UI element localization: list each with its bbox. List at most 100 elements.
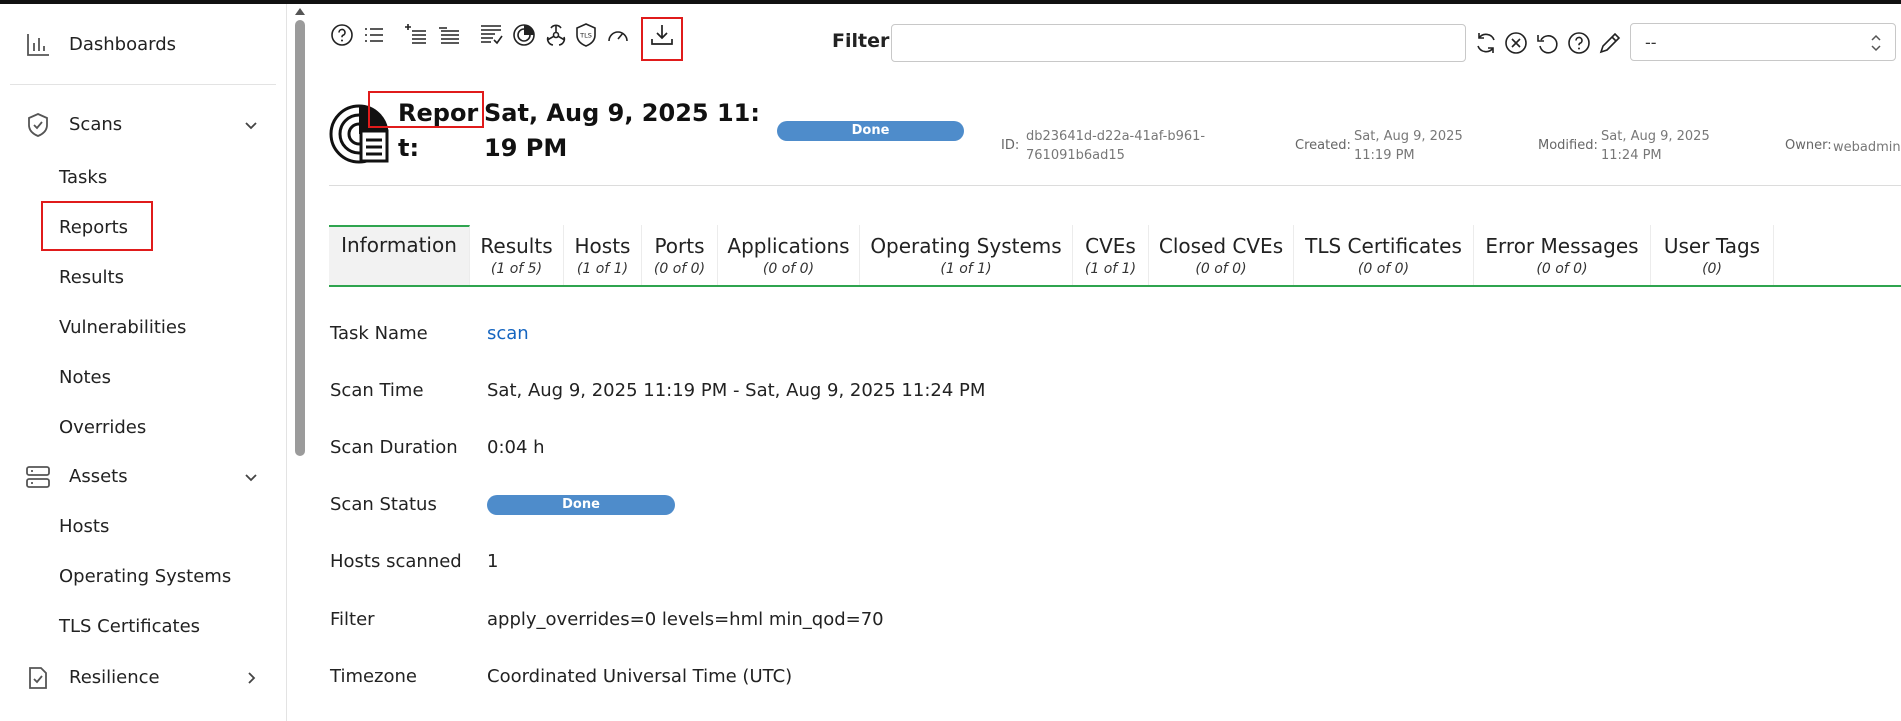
sidebar-item-results[interactable]: Results: [59, 267, 124, 288]
filter-label: Filter: [832, 30, 890, 52]
filter-select-value: --: [1645, 33, 1657, 52]
status-badge: Done: [777, 121, 964, 141]
undo-icon[interactable]: [1535, 30, 1561, 56]
tab-label: Results: [480, 234, 553, 258]
sidebar-item-operating-systems[interactable]: Operating Systems: [59, 566, 231, 587]
sidebar-item-scans[interactable]: Scans: [0, 106, 287, 142]
tab-count: (0 of 0): [762, 261, 815, 277]
tab-count: (1 of 1): [576, 261, 629, 277]
filter-info-label: Filter: [330, 609, 375, 630]
tab-label: Hosts: [574, 234, 631, 258]
download-icon[interactable]: [649, 22, 675, 48]
created-label: Created:: [1295, 138, 1351, 153]
sidebar-item-label: Scans: [69, 114, 123, 135]
scan-status-badge: Done: [487, 495, 675, 515]
tab-closed-cves[interactable]: Closed CVEs (0 of 0): [1149, 225, 1294, 285]
sidebar-item-resilience[interactable]: Resilience: [0, 659, 287, 695]
sidebar-item-tasks[interactable]: Tasks: [59, 167, 107, 188]
sidebar-item-label: Assets: [69, 466, 128, 487]
sidebar-item-dashboards[interactable]: Dashboards: [0, 26, 287, 62]
sidebar-item-vulnerabilities[interactable]: Vulnerabilities: [59, 317, 186, 338]
tab-label: Error Messages: [1485, 234, 1639, 258]
chevron-right-icon[interactable]: [242, 669, 260, 687]
filter-select[interactable]: --: [1630, 23, 1896, 61]
sidebar-item-notes[interactable]: Notes: [59, 367, 111, 388]
owner-value: webadmin: [1833, 140, 1901, 155]
clipboard-check-icon: [29, 667, 47, 689]
tab-label: Operating Systems: [870, 234, 1062, 258]
tab-count: (0 of 0): [1195, 261, 1247, 277]
new-list-icon[interactable]: [403, 22, 429, 48]
tab-count: (1 of 1): [1084, 261, 1137, 277]
delta-report-icon[interactable]: [478, 22, 504, 48]
edit-pencil-icon[interactable]: [1597, 30, 1623, 56]
reset-filter-icon[interactable]: [1503, 30, 1529, 56]
tab-label: User Tags: [1663, 234, 1761, 258]
id-value: db23641d-d22a-41af-b961-761091b6ad15: [1026, 129, 1206, 163]
scrollbar-thumb[interactable]: [295, 20, 305, 456]
scroll-up-arrow-icon[interactable]: [295, 8, 305, 15]
tab-error-messages[interactable]: Error Messages (0 of 0): [1474, 225, 1651, 285]
scan-status-label: Scan Status: [330, 494, 437, 515]
sidebar-divider: [10, 84, 276, 85]
tab-label: Information: [341, 233, 457, 257]
timezone-label: Timezone: [330, 666, 417, 687]
refresh-icon[interactable]: [1473, 30, 1499, 56]
created-value: Sat, Aug 9, 2025 11:19 PM: [1354, 129, 1463, 163]
hosts-scanned-label: Hosts scanned: [330, 551, 462, 572]
tab-label: CVEs: [1085, 234, 1136, 258]
list-alt-icon[interactable]: [436, 22, 462, 48]
modified-label: Modified:: [1538, 138, 1598, 153]
hosts-scanned-value: 1: [487, 551, 499, 572]
chevron-down-icon[interactable]: [242, 468, 260, 486]
filter-input[interactable]: [891, 24, 1466, 62]
modified-value: Sat, Aug 9, 2025 11:24 PM: [1601, 129, 1710, 163]
tls-icon[interactable]: TLS: [573, 22, 599, 48]
id-label: ID:: [1001, 138, 1020, 153]
tab-tls-certificates[interactable]: TLS Certificates (0 of 0): [1294, 225, 1474, 285]
tab-count: (0 of 0): [1357, 261, 1410, 277]
sidebar-item-label: Resilience: [69, 667, 160, 688]
help-icon[interactable]: [1566, 30, 1592, 56]
tab-count: (0): [1702, 261, 1722, 277]
tab-results[interactable]: Results (1 of 5): [470, 225, 564, 285]
report-tabs: Information Results (1 of 5) Hosts (1 of…: [329, 225, 1901, 287]
vertical-scrollbar[interactable]: [293, 8, 307, 721]
tab-operating-systems[interactable]: Operating Systems (1 of 1): [860, 225, 1073, 285]
shield-check-icon: [28, 113, 48, 137]
tab-count: (1 of 1): [940, 261, 992, 277]
server-icon: [26, 466, 50, 488]
tab-cves[interactable]: CVEs (1 of 1): [1073, 225, 1149, 285]
chevron-down-icon[interactable]: [242, 116, 260, 134]
tab-information[interactable]: Information: [329, 225, 470, 285]
sidebar-item-label: Dashboards: [69, 34, 177, 55]
sidebar-item-tls-certificates[interactable]: TLS Certificates: [59, 616, 200, 637]
scan-time-label: Scan Time: [330, 380, 424, 401]
sidebar-item-hosts[interactable]: Hosts: [59, 516, 109, 537]
tab-hosts[interactable]: Hosts (1 of 1): [564, 225, 642, 285]
sidebar: Dashboards Scans Tasks Reports Results V…: [0, 4, 287, 721]
tab-user-tags[interactable]: User Tags (0): [1651, 225, 1774, 285]
scan-time-value: Sat, Aug 9, 2025 11:19 PM - Sat, Aug 9, …: [487, 380, 986, 401]
report-title: Report:: [398, 99, 479, 162]
sidebar-item-overrides[interactable]: Overrides: [59, 417, 146, 438]
scan-duration-value: 0:04 h: [487, 437, 545, 458]
tab-applications[interactable]: Applications (0 of 0): [718, 225, 860, 285]
highlight-box: [41, 201, 153, 251]
sidebar-item-assets[interactable]: Assets: [0, 458, 287, 494]
performance-icon[interactable]: [605, 22, 631, 48]
report-date: Sat, Aug 9, 2025 11:19 PM: [484, 99, 760, 162]
chevron-up-down-icon: [1871, 34, 1881, 52]
filter-info-value: apply_overrides=0 levels=hml min_qod=70: [487, 609, 884, 630]
bar-chart-icon: [27, 34, 49, 56]
list-icon[interactable]: [361, 22, 387, 48]
tab-label: Ports: [654, 234, 705, 258]
task-name-label: Task Name: [330, 323, 428, 344]
tab-ports[interactable]: Ports (0 of 0): [642, 225, 718, 285]
cvss-icon[interactable]: [511, 22, 537, 48]
help-icon[interactable]: [329, 22, 355, 48]
hazard-icon[interactable]: [543, 22, 569, 48]
tab-count: (0 of 0): [653, 261, 706, 277]
tab-count: (0 of 0): [1536, 261, 1588, 277]
task-name-link[interactable]: scan: [487, 323, 529, 344]
